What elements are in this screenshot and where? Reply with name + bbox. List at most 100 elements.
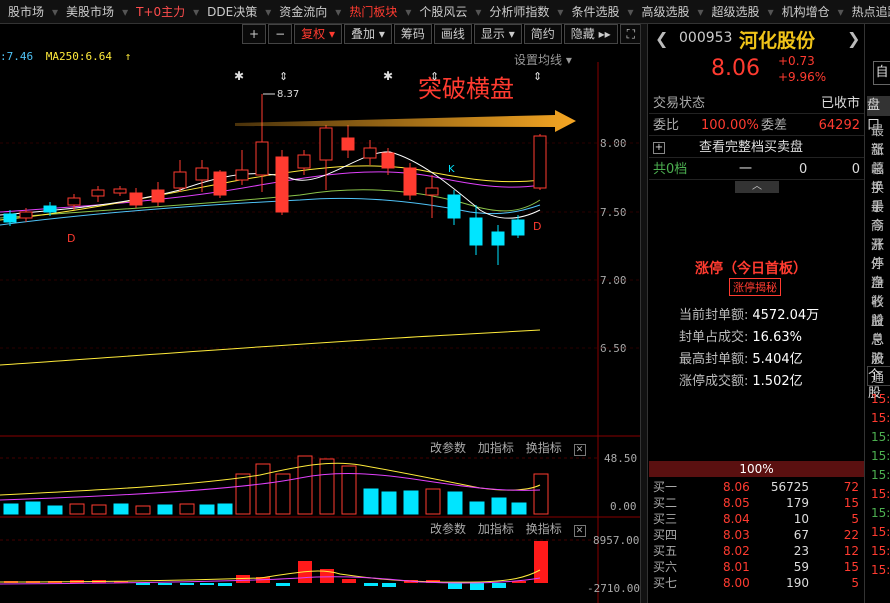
- bid-volume: 179: [786, 496, 809, 510]
- trade-status-value: 已收市: [820, 96, 860, 111]
- bid-price: 8.02: [723, 544, 750, 558]
- bid-count: 15: [843, 496, 859, 510]
- volume-bar: [319, 458, 335, 515]
- switch-indicator-button[interactable]: 换指标: [526, 441, 562, 455]
- level-dash: 一: [739, 162, 753, 177]
- volume-bar: [69, 503, 85, 515]
- volume-bar: [447, 491, 463, 515]
- kline-chart[interactable]: 突破横盘 8.37 ✱ ✱ ⇕ ⇕ ⇕ D D K: [0, 0, 640, 603]
- high-price-label: 8.37: [277, 89, 299, 100]
- bid-count: 22: [843, 528, 859, 542]
- bid-level: 买二: [653, 496, 678, 510]
- bid-count: 5: [851, 576, 859, 590]
- candle-body: [275, 156, 289, 213]
- candle-body: [91, 189, 105, 197]
- volume-bar: [135, 505, 151, 515]
- bid-level: 买一: [653, 480, 678, 494]
- volume-zero-label: 0.00: [610, 500, 637, 513]
- next-stock-icon[interactable]: ❯: [847, 29, 860, 48]
- candle-body: [3, 213, 17, 223]
- candle-body: [235, 169, 249, 181]
- bid-volume: 56725: [770, 480, 809, 494]
- bid-row: 买七 8.00 190 5: [649, 575, 864, 591]
- tick-marker-icon: ⇕: [279, 70, 288, 83]
- volume-bar: [425, 488, 441, 515]
- tick-time: 15:: [871, 544, 890, 558]
- panel-divider[interactable]: [640, 24, 648, 603]
- macd-bar: [382, 583, 396, 587]
- full-book-link[interactable]: 查看完整档买卖盘: [699, 138, 803, 158]
- bid-count: 15: [843, 560, 859, 574]
- last-price: 8.06: [711, 56, 760, 81]
- bid-level: 买六: [653, 560, 678, 574]
- volume-bar: [363, 488, 379, 515]
- close-icon[interactable]: ✕: [573, 525, 586, 537]
- seal-row: 当前封单额: 4572.04万: [679, 304, 819, 323]
- prev-stock-icon[interactable]: ❮: [655, 29, 668, 48]
- stock-name: 河化股份: [739, 30, 816, 52]
- volume-bar: [381, 491, 397, 515]
- seal-label: 封单占成交:: [679, 330, 749, 345]
- bid-count: 72: [843, 480, 859, 494]
- switch-indicator-button[interactable]: 换指标: [526, 522, 562, 536]
- seal-row: 最高封单额: 5.404亿: [679, 348, 803, 367]
- add-indicator-button[interactable]: 加指标: [478, 441, 514, 455]
- level-row: 共0档 一 0 0: [649, 160, 864, 180]
- seal-row: 涨停成交额: 1.502亿: [679, 370, 803, 389]
- candle-body: [213, 171, 227, 196]
- volume-bar: [25, 501, 41, 515]
- tick-time: 15:: [871, 525, 890, 539]
- nav-item[interactable]: 高级选股: [634, 0, 698, 23]
- seal-row: 封单占成交: 16.63%: [679, 326, 802, 345]
- tab-pankou[interactable]: 盘口: [867, 96, 890, 133]
- candle-body: [129, 192, 143, 206]
- bid-row: 买五 8.02 23 12: [649, 543, 864, 559]
- candle-body: [195, 167, 209, 181]
- tick-time: 15:: [871, 468, 890, 482]
- volume-max-label: 48.50: [604, 452, 638, 465]
- change-params-button[interactable]: 改参数: [430, 522, 466, 536]
- nav-item[interactable]: 热点追踪: [844, 0, 890, 23]
- volume-bar: [3, 503, 19, 515]
- candle-body: [363, 147, 377, 159]
- volume-bar: [403, 490, 419, 515]
- volume-bar: [113, 503, 129, 515]
- candle-body: [297, 154, 311, 169]
- candle-body: [425, 187, 439, 196]
- candle-body: [151, 189, 165, 203]
- volume-bar: [491, 497, 507, 515]
- macd-bar: [364, 583, 378, 586]
- volume-bar: [179, 503, 195, 515]
- macd-bar: [470, 583, 484, 590]
- stock-code: 000953: [679, 30, 733, 46]
- candle-body: [319, 127, 333, 161]
- weibi-value: 100.00%: [701, 118, 759, 133]
- full-book-row[interactable]: + 查看完整档买卖盘: [649, 138, 864, 158]
- volume-bar: [469, 501, 485, 515]
- close-icon[interactable]: ✕: [573, 444, 586, 456]
- macd-min-label: -2710.00: [587, 582, 640, 595]
- seal-label: 最高封单额:: [679, 352, 749, 367]
- seal-label: 当前封单额:: [679, 308, 749, 323]
- tab-stock[interactable]: 个股: [867, 366, 890, 401]
- volume-bar: [47, 505, 63, 515]
- candle-body: [113, 188, 127, 194]
- nav-item[interactable]: 机构增仓: [774, 0, 838, 23]
- level-zero: 0: [851, 162, 860, 177]
- self-select-button[interactable]: 自: [873, 61, 890, 85]
- seal-label: 涨停成交额:: [679, 374, 749, 389]
- add-indicator-button[interactable]: 加指标: [478, 522, 514, 536]
- trade-status-row: 交易状态 已收市: [649, 94, 864, 114]
- bid-level: 买四: [653, 528, 678, 542]
- bid-price: 8.00: [723, 576, 750, 590]
- change-params-button[interactable]: 改参数: [430, 441, 466, 455]
- tick-time: 15:: [871, 430, 890, 444]
- candle-body: [403, 167, 417, 196]
- add-icon[interactable]: +: [653, 142, 665, 154]
- nav-item[interactable]: 超级选股: [704, 0, 768, 23]
- collapse-icon[interactable]: ︿: [735, 181, 779, 193]
- limit-up-reveal-button[interactable]: 涨停揭秘: [729, 278, 781, 296]
- price-change: +0.73: [778, 54, 815, 68]
- macd-bar: [158, 583, 172, 585]
- volume-bar: [199, 504, 215, 515]
